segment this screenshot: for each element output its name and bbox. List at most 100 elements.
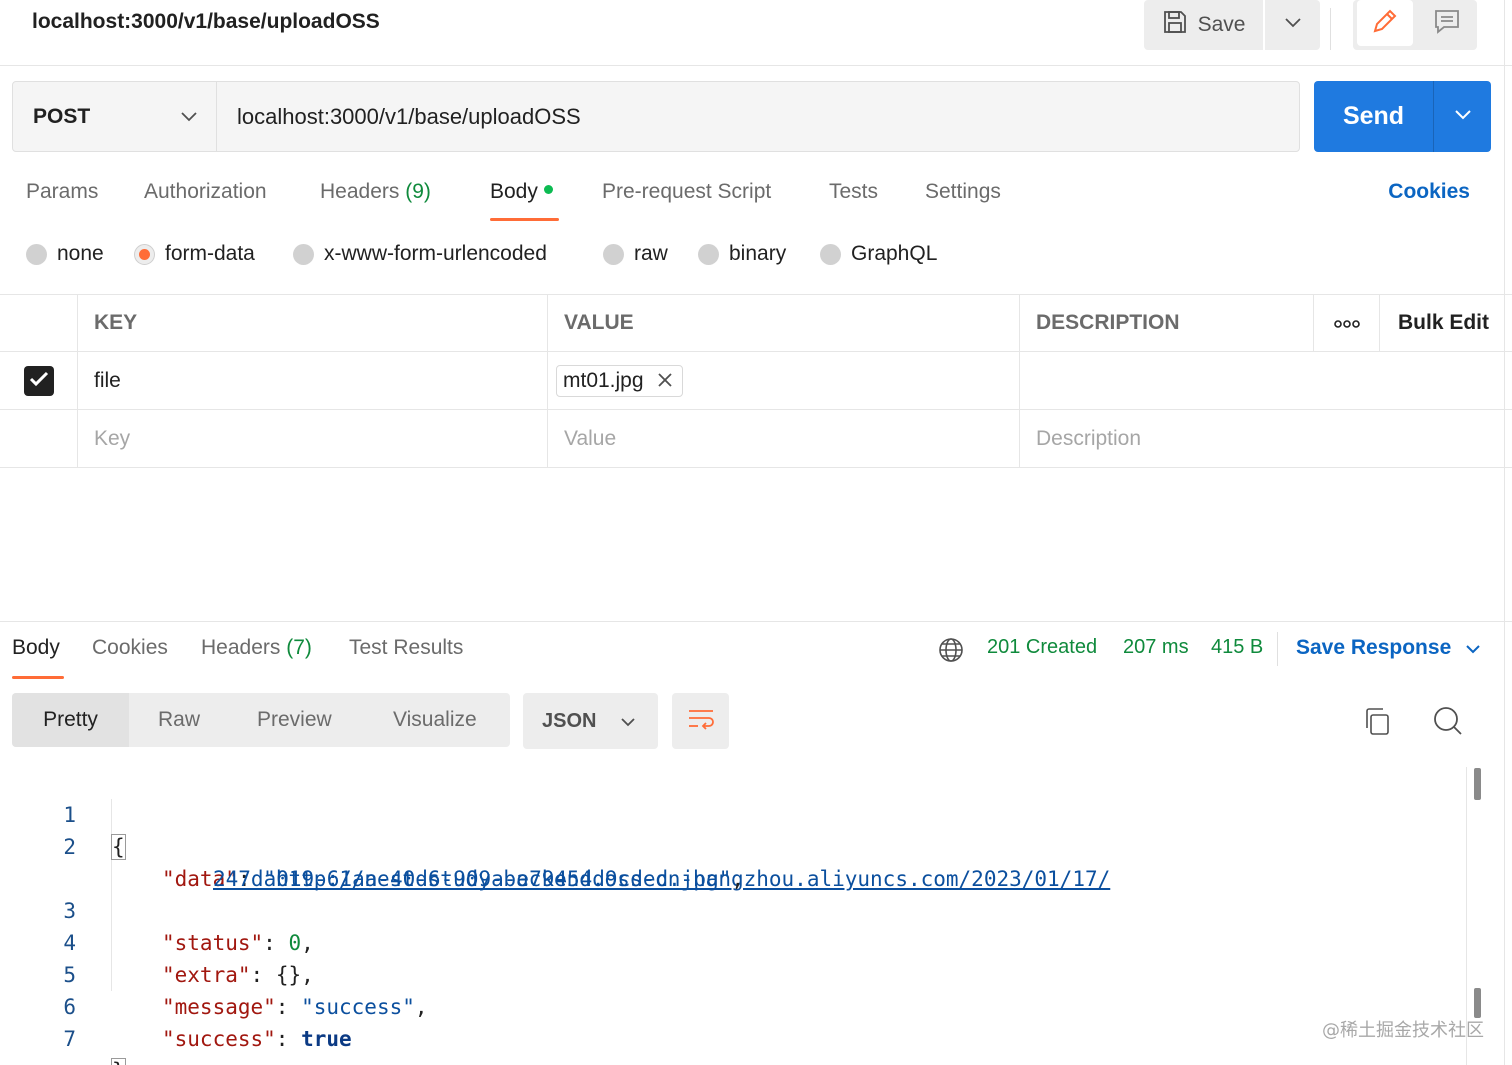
file-chip: mt01.jpg — [556, 364, 683, 397]
format-select[interactable]: JSON — [523, 693, 658, 749]
radio-none[interactable]: none — [26, 242, 104, 266]
view-mode-segmented: Pretty Raw Preview Visualize — [12, 693, 510, 747]
status-dot — [543, 185, 553, 194]
method-select[interactable]: POST — [13, 82, 217, 151]
save-response-label: Save Response — [1296, 636, 1452, 659]
json-number: 0 — [288, 931, 302, 955]
column-header-key: KEY — [77, 295, 547, 351]
tab-headers-label: Headers — [320, 180, 400, 203]
code-line: 5 "message": "success", — [0, 927, 427, 1019]
tab-headers[interactable]: Headers (9) — [320, 180, 431, 204]
description-cell[interactable] — [1019, 352, 1505, 409]
status-code[interactable]: 201 Created — [987, 636, 1097, 659]
request-header: localhost:3000/v1/base/uploadOSS Save — [0, 0, 1512, 66]
more-options-button[interactable] — [1313, 295, 1379, 351]
row-checkbox-cell — [0, 352, 77, 409]
response-tab-test-results[interactable]: Test Results — [349, 636, 463, 660]
radio-form-data[interactable]: form-data — [134, 242, 255, 266]
tab-prerequest-script[interactable]: Pre-request Script — [602, 180, 771, 204]
tab-body-label: Body — [490, 180, 538, 203]
radio-raw[interactable]: raw — [603, 242, 668, 266]
json-object: {} — [275, 963, 302, 987]
value-input[interactable]: Value — [547, 410, 1019, 467]
response-tabs: Body Cookies Headers (7) Test Results 20… — [0, 632, 1512, 682]
radio-label: GraphQL — [851, 242, 938, 265]
json-url-link[interactable]: 247da019-61aa-40d6-909a-e79454d9cded.jpg — [213, 867, 719, 891]
radio-binary[interactable]: binary — [698, 242, 786, 266]
headers-count: (7) — [286, 636, 312, 659]
send-options-button[interactable] — [1433, 81, 1491, 152]
key-cell[interactable]: file — [77, 352, 547, 409]
tab-settings[interactable]: Settings — [925, 180, 1001, 204]
response-tab-cookies[interactable]: Cookies — [92, 636, 168, 660]
search-icon[interactable] — [1433, 706, 1463, 741]
code-text: { — [111, 831, 126, 863]
wrap-lines-button[interactable] — [672, 693, 729, 749]
view-pretty[interactable]: Pretty — [12, 693, 129, 747]
row-checkbox-cell — [0, 410, 77, 467]
code-text: "message": "success", — [162, 995, 428, 1019]
close-brace: } — [111, 1058, 126, 1065]
save-group: Save — [1144, 0, 1320, 50]
radio-label: form-data — [165, 242, 255, 265]
chevron-down-icon — [1284, 16, 1302, 34]
comment-mode-button[interactable] — [1419, 0, 1475, 46]
globe-icon[interactable] — [938, 637, 964, 668]
value-cell[interactable]: mt01.jpg — [547, 352, 1019, 409]
code-text: 247da019-61aa-40d6-909a-e79454d9cded.jpg… — [213, 867, 745, 891]
save-response-button[interactable]: Save Response — [1296, 636, 1481, 660]
response-tab-headers[interactable]: Headers (7) — [201, 636, 312, 660]
view-preview[interactable]: Preview — [257, 693, 332, 747]
url-bar: POST localhost:3000/v1/base/uploadOSS — [12, 81, 1300, 152]
send-button[interactable]: Send — [1314, 81, 1433, 152]
save-button[interactable]: Save — [1144, 0, 1263, 50]
radio-label: x-www-form-urlencoded — [324, 242, 547, 265]
response-size[interactable]: 415 B — [1211, 636, 1263, 659]
divider — [0, 621, 1512, 622]
response-tab-body[interactable]: Body — [12, 636, 60, 660]
save-options-button[interactable] — [1265, 0, 1320, 50]
json-key: "extra" — [162, 963, 251, 987]
response-time[interactable]: 207 ms — [1123, 636, 1189, 659]
request-tabs: Params Authorization Headers (9) Body Pr… — [0, 170, 1512, 222]
key-input[interactable]: Key — [77, 410, 547, 467]
view-visualize[interactable]: Visualize — [393, 693, 477, 747]
code-text: "success": true — [162, 1027, 352, 1051]
radio-circle — [603, 243, 624, 265]
radio-circle-selected — [134, 243, 155, 265]
copy-icon[interactable] — [1363, 706, 1391, 741]
row-checkbox[interactable] — [23, 365, 54, 396]
request-title[interactable]: localhost:3000/v1/base/uploadOSS — [32, 10, 380, 34]
json-string: "success" — [301, 995, 415, 1019]
column-header-description: DESCRIPTION — [1019, 295, 1313, 351]
bulk-edit-button[interactable]: Bulk Edit — [1379, 295, 1505, 351]
tab-tests[interactable]: Tests — [829, 180, 878, 204]
view-raw[interactable]: Raw — [158, 693, 200, 747]
save-label: Save — [1197, 13, 1246, 36]
edit-mode-button[interactable] — [1357, 0, 1413, 46]
scrollbar-thumb[interactable] — [1474, 988, 1481, 1018]
cookies-link[interactable]: Cookies — [1388, 180, 1470, 204]
radio-graphql[interactable]: GraphQL — [820, 242, 937, 266]
tab-body[interactable]: Body — [490, 180, 553, 204]
more-icon — [1333, 311, 1361, 335]
tab-authorization[interactable]: Authorization — [144, 180, 267, 204]
chevron-down-icon — [1465, 636, 1481, 660]
radio-circle — [698, 243, 719, 265]
close-icon[interactable] — [657, 369, 672, 393]
code-line: 1 { — [0, 767, 126, 860]
scrollbar-thumb[interactable] — [1474, 768, 1481, 800]
description-input[interactable]: Description — [1019, 410, 1505, 467]
radio-circle — [293, 243, 314, 265]
table-row: file mt01.jpg — [0, 352, 1512, 410]
url-input[interactable]: localhost:3000/v1/base/uploadOSS — [217, 82, 1299, 151]
radio-label: binary — [729, 242, 787, 265]
json-key: "success" — [162, 1027, 276, 1051]
table-header-row: KEY VALUE DESCRIPTION Bulk Edit — [0, 294, 1512, 352]
format-label: JSON — [542, 709, 597, 732]
response-tab-headers-label: Headers — [201, 636, 281, 659]
tab-params[interactable]: Params — [26, 180, 98, 204]
table-row-empty: Key Value Description — [0, 410, 1512, 468]
radio-x-www-form-urlencoded[interactable]: x-www-form-urlencoded — [293, 242, 547, 266]
comment-icon — [1433, 7, 1461, 40]
